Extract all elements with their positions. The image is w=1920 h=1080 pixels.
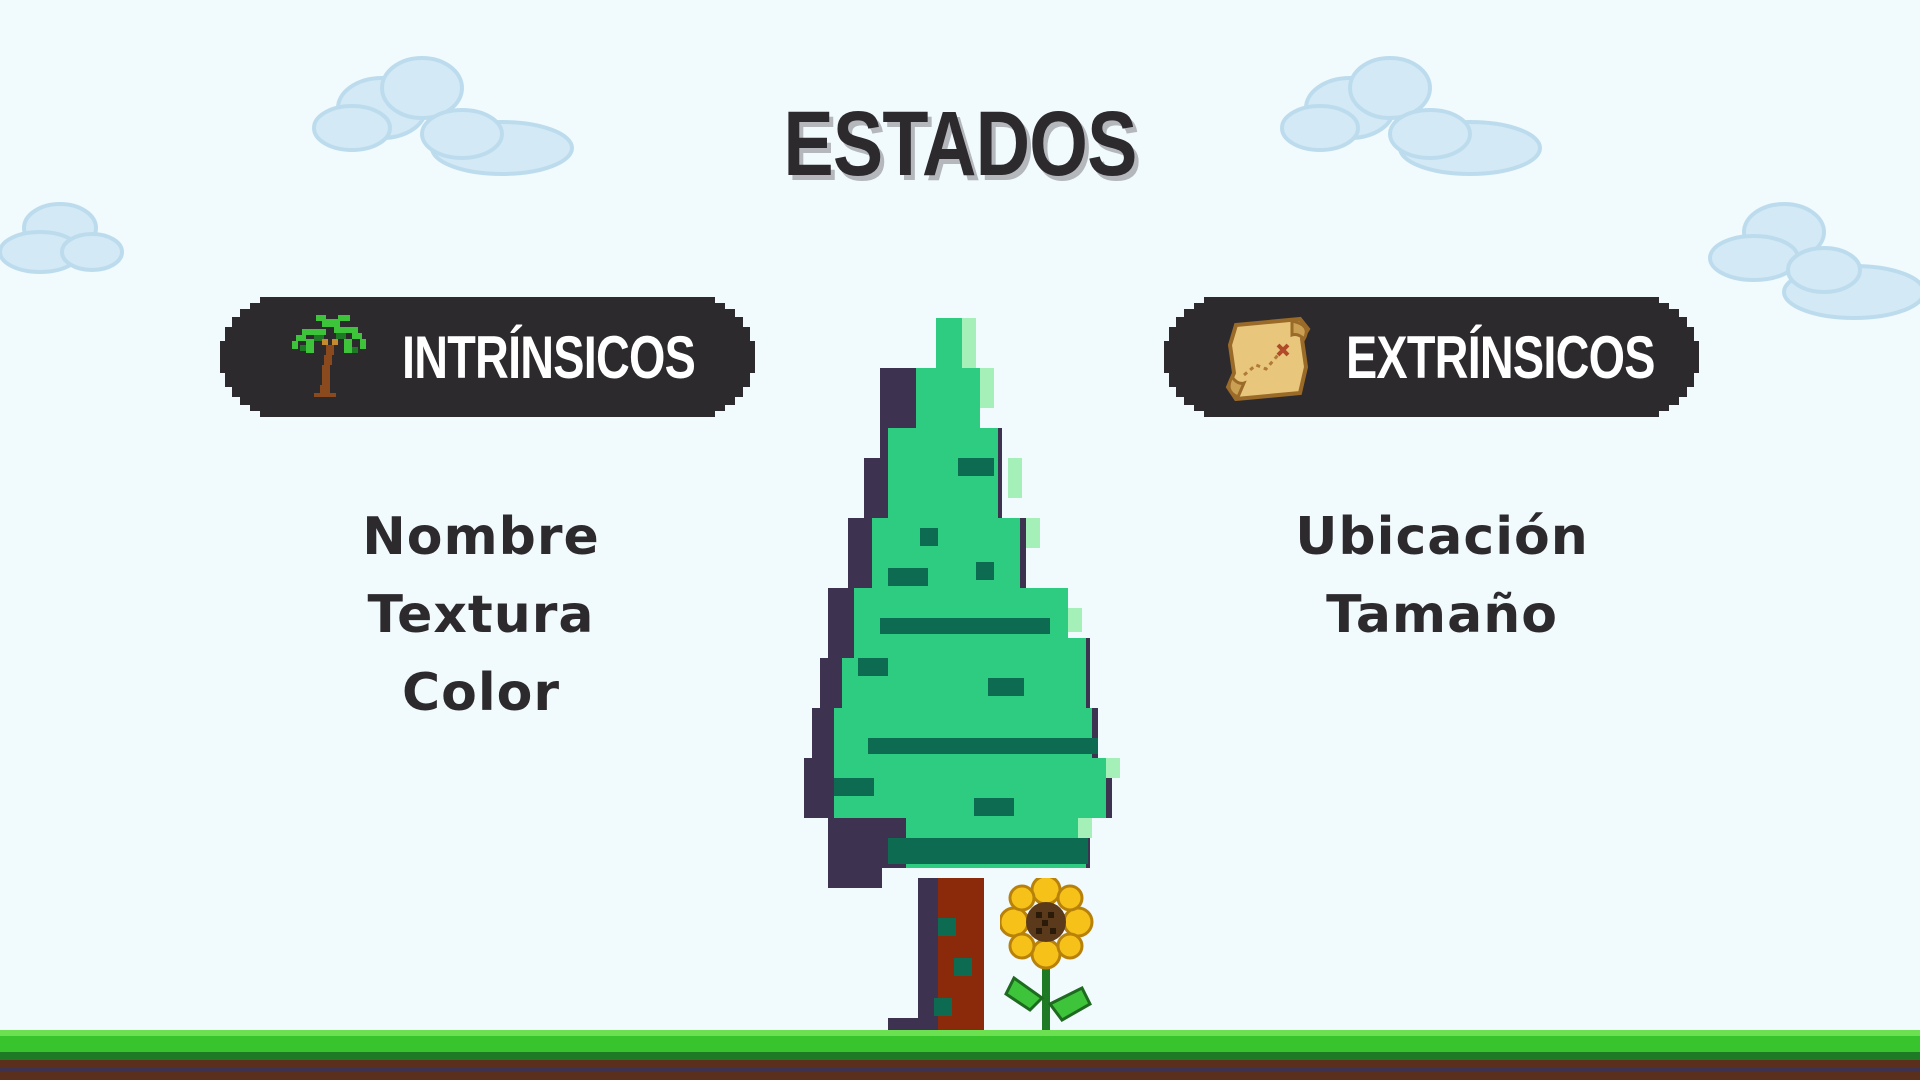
list-item: Color	[401, 663, 561, 723]
list-item: Tamaño	[1326, 585, 1558, 645]
palm-tree-icon	[292, 315, 366, 397]
list-item: Nombre	[362, 507, 600, 567]
grass-ground	[0, 1030, 1920, 1080]
cloud-icon	[1708, 202, 1920, 320]
intrinsic-header: INTRÍNSICOS	[220, 297, 755, 417]
treasure-map-scroll-icon	[1225, 316, 1311, 401]
extrinsic-header: EXTRÍNSICOS	[1164, 297, 1699, 417]
slide-title: ESTADOS	[783, 93, 1137, 195]
extrinsic-label: EXTRÍNSICOS	[1346, 324, 1655, 391]
list-item: Textura	[367, 585, 595, 645]
sunflower-icon	[1000, 878, 1094, 1034]
extrinsic-list: Ubicación Tamaño	[1162, 498, 1722, 654]
intrinsic-list: Nombre Textura Color	[201, 498, 761, 732]
intrinsic-label: INTRÍNSICOS	[402, 324, 696, 391]
cloud-icon	[0, 202, 124, 274]
list-item: Ubicación	[1295, 507, 1589, 567]
slide: ESTADOS INTRÍNSICOS EXTRÍNSICOS Nombre T…	[0, 0, 1920, 1080]
